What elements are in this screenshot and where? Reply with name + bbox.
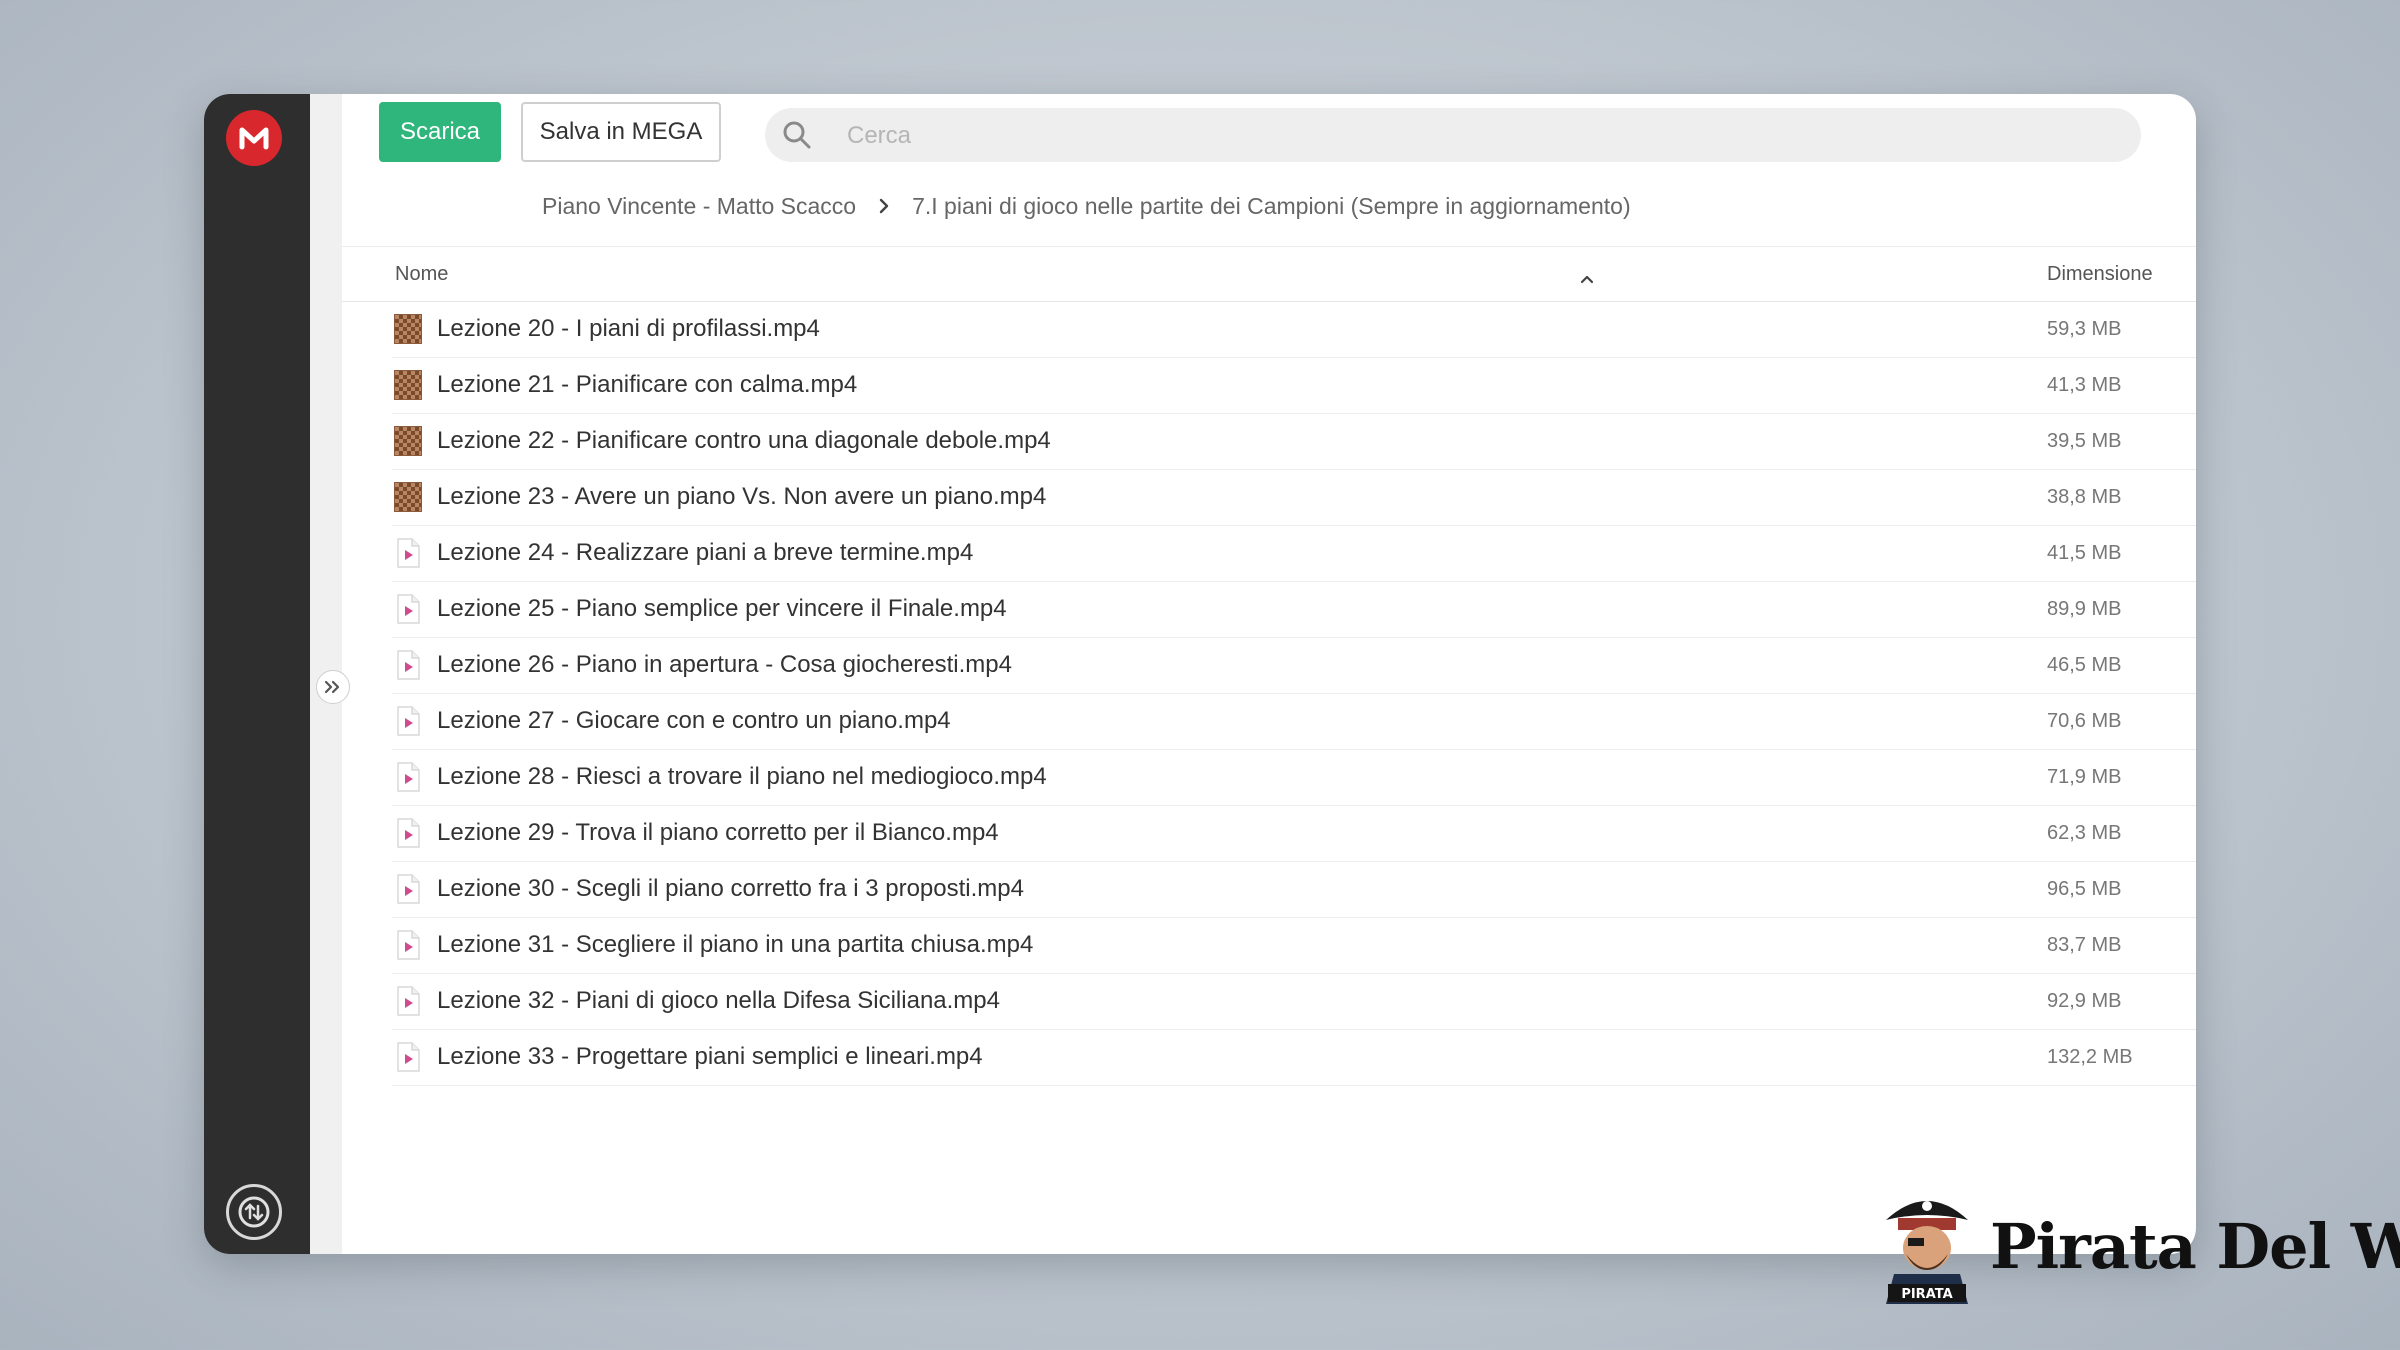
file-name[interactable]: Lezione 32 - Piani di gioco nella Difesa…: [437, 987, 1000, 1015]
table-row[interactable]: Lezione 33 - Progettare piani semplici e…: [392, 1030, 2196, 1086]
video-file-icon: [397, 762, 420, 792]
file-size: 132,2 MB: [2047, 1046, 2133, 1068]
file-name[interactable]: Lezione 22 - Pianificare contro una diag…: [437, 427, 1051, 455]
file-size: 41,3 MB: [2047, 374, 2122, 396]
table-row[interactable]: Lezione 30 - Scegli il piano corretto fr…: [392, 862, 2196, 918]
file-name[interactable]: Lezione 27 - Giocare con e contro un pia…: [437, 707, 951, 735]
video-file-icon: [397, 706, 420, 736]
file-name[interactable]: Lezione 33 - Progettare piani semplici e…: [437, 1043, 983, 1071]
file-name[interactable]: Lezione 24 - Realizzare piani a breve te…: [437, 539, 973, 567]
column-header-name[interactable]: Nome: [395, 263, 448, 286]
file-size: 38,8 MB: [2047, 486, 2122, 508]
table-row[interactable]: Lezione 27 - Giocare con e contro un pia…: [392, 694, 2196, 750]
mega-logo-icon[interactable]: [226, 110, 282, 166]
file-name[interactable]: Lezione 30 - Scegli il piano corretto fr…: [437, 875, 1024, 903]
table-header: Nome Dimensione Tipo: [342, 246, 2196, 302]
video-file-icon: [397, 818, 420, 848]
file-name[interactable]: Lezione 26 - Piano in apertura - Cosa gi…: [437, 651, 1012, 679]
brand-text: Pirata Del Web: [1990, 1210, 2400, 1283]
file-size: 83,7 MB: [2047, 934, 2122, 956]
table-row[interactable]: Lezione 23 - Avere un piano Vs. Non aver…: [392, 470, 2196, 526]
chessboard-thumbnail-icon: [394, 314, 422, 344]
table-body: Lezione 20 - I piani di profilassi.mp4 59…: [342, 302, 2196, 1086]
video-file-icon: [397, 930, 420, 960]
chessboard-thumbnail-icon: [394, 482, 422, 512]
column-header-size[interactable]: Dimensione: [2047, 263, 2153, 286]
table-row[interactable]: Lezione 28 - Riesci a trovare il piano n…: [392, 750, 2196, 806]
search-icon: [783, 121, 811, 149]
file-name[interactable]: Lezione 31 - Scegliere il piano in una p…: [437, 931, 1033, 959]
file-size: 62,3 MB: [2047, 822, 2122, 844]
video-file-icon: [397, 650, 420, 680]
file-size: 39,5 MB: [2047, 430, 2122, 452]
pirate-mascot-icon: PIRATA: [1886, 1201, 1968, 1304]
download-button[interactable]: Scarica: [379, 102, 501, 162]
sort-ascending-icon[interactable]: [1580, 267, 1594, 290]
file-size: 41,5 MB: [2047, 542, 2122, 564]
table-row[interactable]: Lezione 32 - Piani di gioco nella Difesa…: [392, 974, 2196, 1030]
file-name[interactable]: Lezione 21 - Pianificare con calma.mp4: [437, 371, 857, 399]
video-file-icon: [397, 986, 420, 1016]
svg-text:PIRATA: PIRATA: [1901, 1287, 1952, 1302]
video-file-icon: [397, 538, 420, 568]
file-size: 96,5 MB: [2047, 878, 2122, 900]
video-file-icon: [397, 874, 420, 904]
main-content: Scarica Salva in MEGA Piano Vincente - M…: [342, 94, 2196, 1254]
breadcrumb: Piano Vincente - Matto Scacco 7.I piani …: [542, 190, 1631, 222]
file-name[interactable]: Lezione 28 - Riesci a trovare il piano n…: [437, 763, 1047, 791]
chessboard-thumbnail-icon: [394, 426, 422, 456]
file-name[interactable]: Lezione 23 - Avere un piano Vs. Non aver…: [437, 483, 1046, 511]
file-name[interactable]: Lezione 20 - I piani di profilassi.mp4: [437, 315, 820, 343]
file-table: Nome Dimensione Tipo Lezione 20 - I pian…: [342, 246, 2196, 1086]
save-to-mega-button[interactable]: Salva in MEGA: [521, 102, 721, 162]
file-name[interactable]: Lezione 25 - Piano semplice per vincere …: [437, 595, 1007, 623]
expand-sidebar-icon[interactable]: [316, 670, 350, 704]
transfer-manager-icon[interactable]: [226, 1184, 282, 1240]
table-row[interactable]: Lezione 31 - Scegliere il piano in una p…: [392, 918, 2196, 974]
video-file-icon: [397, 1042, 420, 1072]
file-size: 59,3 MB: [2047, 318, 2122, 340]
search-input[interactable]: [845, 108, 2109, 164]
breadcrumb-item-current[interactable]: 7.I piani di gioco nelle partite dei Cam…: [912, 193, 1631, 220]
pirata-del-web-watermark: PIRATA Pirata Del Web: [1878, 1186, 2400, 1304]
search-bar[interactable]: [765, 108, 2141, 164]
file-size: 71,9 MB: [2047, 766, 2122, 788]
file-size: 46,5 MB: [2047, 654, 2122, 676]
table-row[interactable]: Lezione 21 - Pianificare con calma.mp4 41…: [392, 358, 2196, 414]
table-row[interactable]: Lezione 22 - Pianificare contro una diag…: [392, 414, 2196, 470]
file-size: 70,6 MB: [2047, 710, 2122, 732]
chessboard-thumbnail-icon: [394, 370, 422, 400]
chevron-right-icon: [878, 198, 890, 214]
table-row[interactable]: Lezione 24 - Realizzare piani a breve te…: [392, 526, 2196, 582]
table-row[interactable]: Lezione 25 - Piano semplice per vincere …: [392, 582, 2196, 638]
table-row[interactable]: Lezione 26 - Piano in apertura - Cosa gi…: [392, 638, 2196, 694]
video-file-icon: [397, 594, 420, 624]
table-row[interactable]: Lezione 29 - Trova il piano corretto per…: [392, 806, 2196, 862]
file-size: 89,9 MB: [2047, 598, 2122, 620]
mega-window: Scarica Salva in MEGA Piano Vincente - M…: [204, 94, 2196, 1254]
file-name[interactable]: Lezione 29 - Trova il piano corretto per…: [437, 819, 999, 847]
file-size: 92,9 MB: [2047, 990, 2122, 1012]
sidebar: [204, 94, 310, 1254]
breadcrumb-item-parent[interactable]: Piano Vincente - Matto Scacco: [542, 193, 856, 220]
table-row[interactable]: Lezione 20 - I piani di profilassi.mp4 59…: [392, 302, 2196, 358]
